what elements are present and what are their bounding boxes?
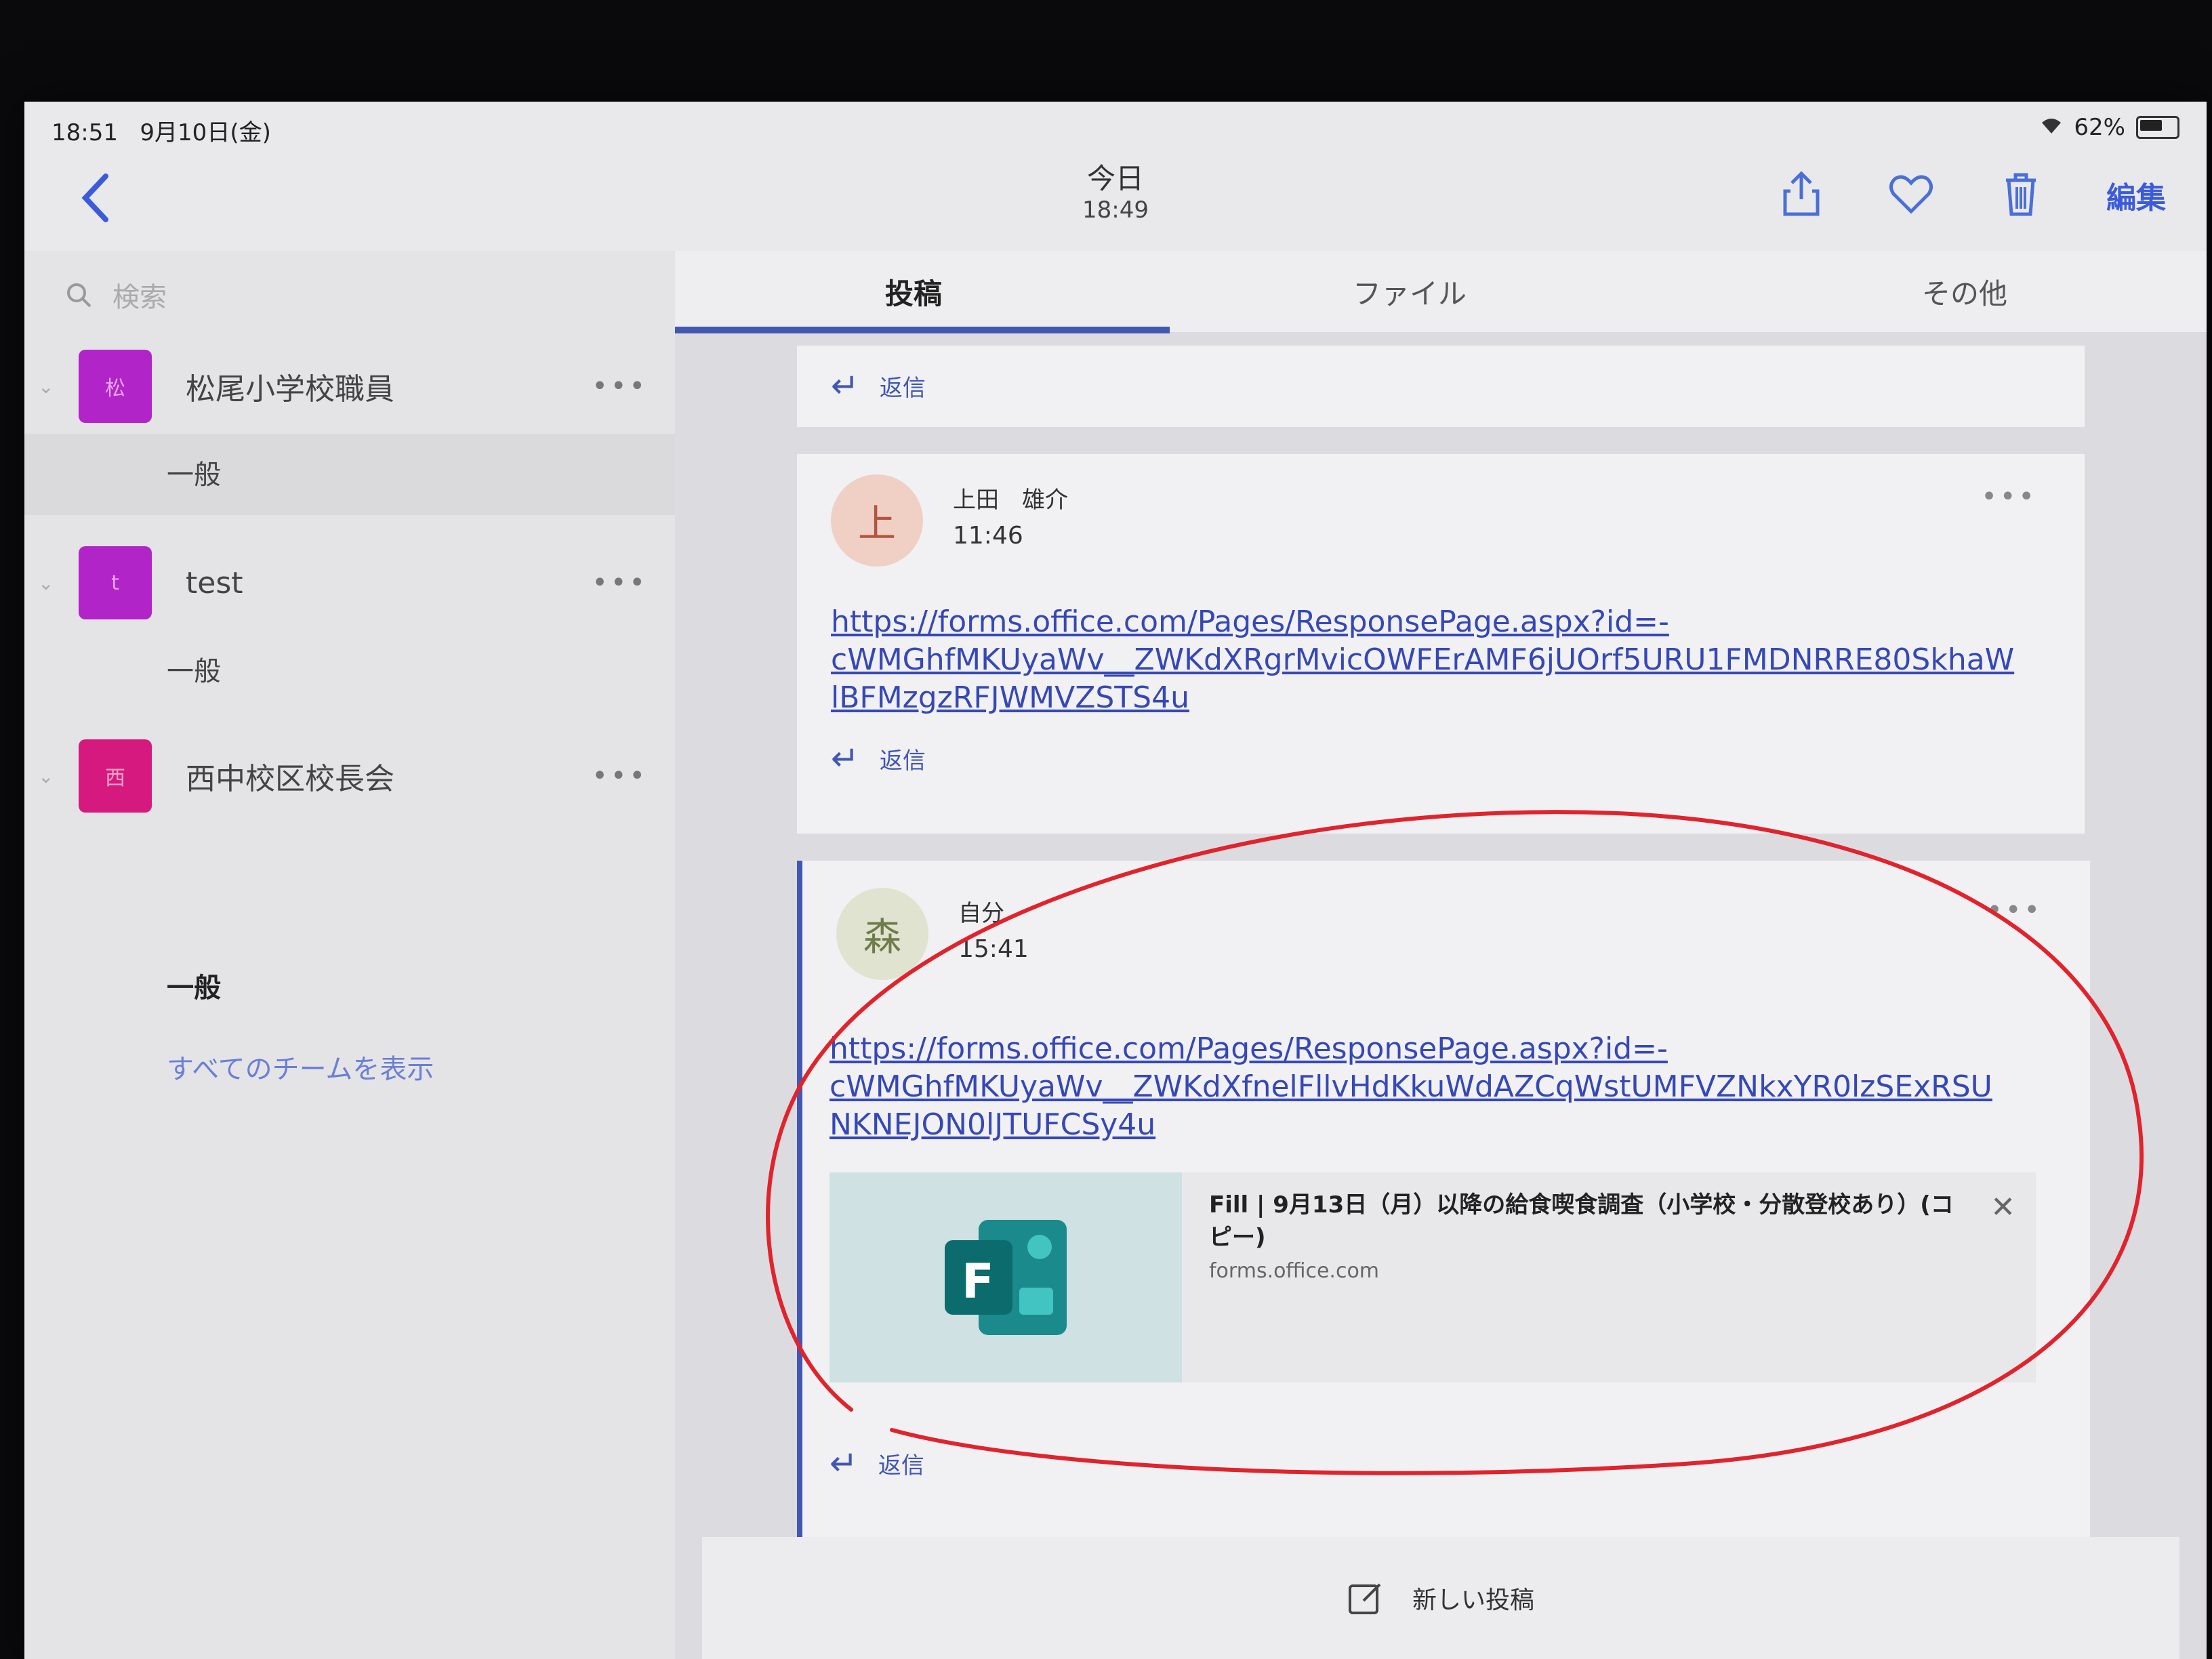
team-name: 西中校区校長会 <box>186 762 394 796</box>
team-avatar: 松 <box>79 350 152 423</box>
channel-row-selected-bg <box>24 434 675 515</box>
favorite-button[interactable] <box>1887 169 1936 221</box>
link-line: https://forms.office.com/Pages/ResponseP… <box>830 1031 1668 1066</box>
team-item-matsuo[interactable]: ⌄ 松 松尾小学校職員 ••• <box>38 342 661 430</box>
show-all-teams-link[interactable]: すべてのチームを表示 <box>167 1047 434 1086</box>
channel-item-general-active[interactable]: 一般 <box>167 966 221 1005</box>
more-options-icon[interactable]: ••• <box>592 567 648 598</box>
reply-label: 返信 <box>879 374 926 402</box>
delete-button[interactable] <box>1996 169 2045 221</box>
reply-button[interactable]: ↵ 返信 <box>830 1443 924 1483</box>
compose-icon <box>1348 1583 1381 1614</box>
link-line: lBFMzgzRFJWMVZSTS4u <box>831 680 1189 715</box>
more-options-icon[interactable]: ••• <box>592 760 648 792</box>
search-input[interactable]: 検索 <box>65 264 648 325</box>
preview-thumbnail: F <box>830 1172 1182 1382</box>
edit-button[interactable]: 編集 <box>2106 173 2166 217</box>
more-options-icon[interactable]: ••• <box>592 371 648 402</box>
link-preview-card[interactable]: F Fill | 9月13日（月）以降の給食喫食調査（小学校・分散登校あり）(コ… <box>830 1172 2036 1382</box>
close-preview-button[interactable]: ✕ <box>1990 1190 2015 1225</box>
team-name: test <box>186 565 243 600</box>
link-line: NKNEJON0lJTUFCSy4u <box>830 1107 1156 1142</box>
reply-arrow-icon: ↵ <box>830 1443 858 1483</box>
message-card: 上 上田 雄介 11:46 ••• https://forms.office.c… <box>797 454 2085 834</box>
link-line: cWMGhfMKUyaWv__ZWKdXRgrMvicOWFErAMF6jUOr… <box>831 642 2015 677</box>
link-line: https://forms.office.com/Pages/ResponseP… <box>831 605 1669 639</box>
tab-files[interactable]: ファイル <box>1353 271 1467 312</box>
reply-label: 返信 <box>878 1452 924 1479</box>
chevron-down-icon[interactable]: ⌄ <box>38 572 65 594</box>
tab-bar: 投稿 ファイル その他 <box>675 251 2207 333</box>
message-time: 11:46 <box>953 522 1023 550</box>
message-card-own: 森 自分 15:41 ••• https://forms.office.com/… <box>797 861 2090 1538</box>
more-options-icon[interactable]: ••• <box>1986 895 2043 926</box>
link-line: cWMGhfMKUyaWv__ZWKdXfnelFllvHdKkuWdAZCqW… <box>830 1069 1992 1104</box>
preview-title: Fill | 9月13日（月）以降の給食喫食調査（小学校・分散登校あり）(コピー… <box>1209 1191 1954 1251</box>
battery-percent: 62% <box>2074 114 2125 141</box>
message-link[interactable]: https://forms.office.com/Pages/ResponseP… <box>831 603 2014 717</box>
team-item-test[interactable]: ⌄ t test ••• <box>38 539 661 627</box>
message-author: 自分 <box>958 900 1004 927</box>
tab-more[interactable]: その他 <box>1922 271 2007 312</box>
chevron-down-icon[interactable]: ⌄ <box>38 765 65 787</box>
ipad-screen: 18:51 9月10日(金) 62% 今日 18:49 編集 検索 ⌄ 松 松尾… <box>24 102 2207 1659</box>
status-bar-right: 62% <box>2040 114 2179 141</box>
svg-text:F: F <box>962 1254 994 1309</box>
wifi-icon <box>2040 114 2063 141</box>
trash-icon <box>2006 173 2036 216</box>
channel-content: 投稿 ファイル その他 ↵ 返信 上 上田 雄介 11:46 ••• https… <box>675 251 2207 1659</box>
share-icon <box>1783 171 1820 216</box>
search-icon <box>67 283 91 308</box>
message-author: 上田 雄介 <box>953 487 1068 514</box>
reply-row: ↵ 返信 <box>797 346 2085 427</box>
sidebar: 検索 ⌄ 松 松尾小学校職員 ••• 一般 ⌄ t test ••• 一般 ⌄ … <box>24 251 675 1659</box>
top-nav-bar: 今日 18:49 編集 <box>24 142 2207 251</box>
user-avatar: 上 <box>831 474 923 567</box>
more-options-icon[interactable]: ••• <box>1981 481 2037 512</box>
team-avatar: 西 <box>79 739 152 813</box>
user-avatar: 森 <box>836 888 928 980</box>
search-placeholder: 検索 <box>112 282 167 313</box>
reply-arrow-icon: ↵ <box>831 366 859 405</box>
new-post-label: 新しい投稿 <box>1412 1586 1534 1614</box>
battery-icon <box>2136 116 2179 139</box>
team-item-nishinaka[interactable]: ⌄ 西 西中校区校長会 ••• <box>38 732 661 820</box>
share-button[interactable] <box>1777 169 1826 221</box>
new-post-button[interactable]: 新しい投稿 <box>702 1537 2179 1659</box>
microsoft-forms-icon: F <box>945 1220 1067 1335</box>
message-link[interactable]: https://forms.office.com/Pages/ResponseP… <box>830 1030 1992 1144</box>
channel-item-general[interactable]: 一般 <box>167 649 221 689</box>
tab-posts[interactable]: 投稿 <box>885 271 942 312</box>
active-tab-indicator <box>675 327 1170 333</box>
reply-label: 返信 <box>879 747 926 775</box>
nav-actions: 編集 <box>1777 169 2166 221</box>
reply-arrow-icon: ↵ <box>831 739 859 778</box>
chevron-down-icon[interactable]: ⌄ <box>38 375 65 398</box>
heart-icon <box>1889 175 1933 214</box>
team-avatar: t <box>79 546 152 619</box>
preview-domain: forms.office.com <box>1209 1259 1380 1283</box>
team-name: 松尾小学校職員 <box>186 372 394 407</box>
message-time: 15:41 <box>958 935 1029 963</box>
reply-button[interactable]: ↵ 返信 <box>831 366 926 405</box>
channel-item-general[interactable]: 一般 <box>167 453 221 492</box>
reply-button[interactable]: ↵ 返信 <box>831 739 926 778</box>
